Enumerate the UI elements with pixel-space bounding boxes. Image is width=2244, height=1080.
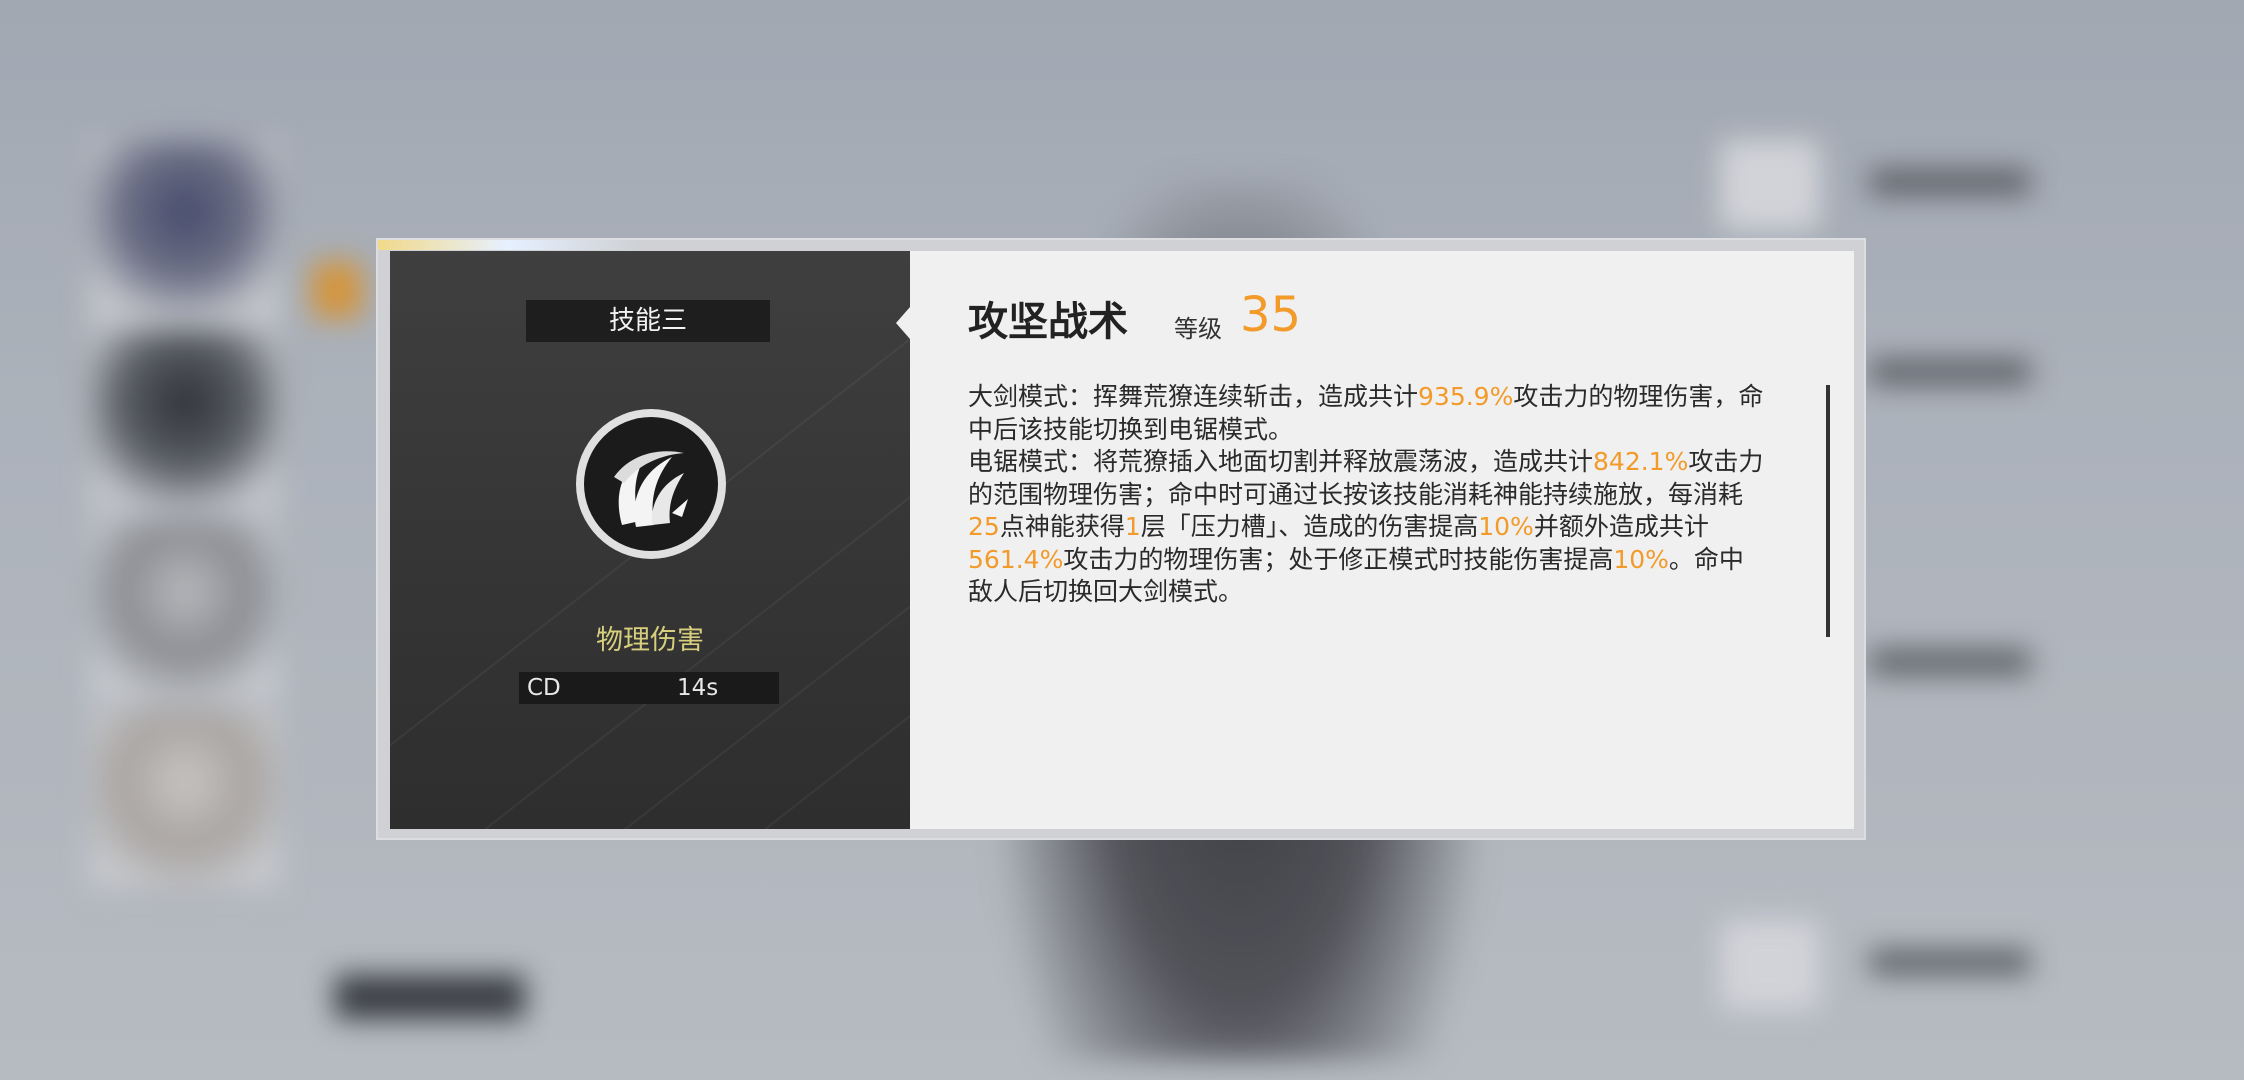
description-paragraph-chainsaw: 电锯模式：将荒獠插入地面切割并释放震荡波，造成共计842.1%攻击力的范围物理伤… bbox=[968, 446, 1768, 609]
cooldown-bar: CD 14s bbox=[519, 672, 779, 704]
highlight-value: 10% bbox=[1613, 544, 1669, 574]
pointer-arrow bbox=[896, 307, 910, 339]
description-text: 大剑模式：挥舞荒獠连续斩击，造成共计 bbox=[968, 382, 1419, 411]
skill-slot-label: 技能三 bbox=[526, 300, 770, 342]
description-text: 并额外造成共计 bbox=[1533, 512, 1709, 541]
highlight-value: 1 bbox=[1124, 512, 1141, 541]
modal-glow bbox=[378, 240, 638, 250]
claw-slash-icon bbox=[576, 409, 726, 559]
description-paragraph-greatsword: 大剑模式：挥舞荒獠连续斩击，造成共计935.9%攻击力的物理伤害，命中后该技能切… bbox=[968, 381, 1768, 446]
description-scrollbar[interactable] bbox=[1826, 385, 1830, 637]
skill-description-panel: 攻坚战术 等级 35 大剑模式：挥舞荒獠连续斩击，造成共计935.9%攻击力的物… bbox=[896, 251, 1854, 829]
cooldown-label: CD bbox=[527, 675, 561, 701]
skill-description: 大剑模式：挥舞荒獠连续斩击，造成共计935.9%攻击力的物理伤害，命中后该技能切… bbox=[968, 381, 1768, 609]
highlight-value: 25 bbox=[968, 512, 1000, 541]
highlight-value: 842.1% bbox=[1593, 447, 1689, 476]
level-label: 等级 bbox=[1174, 315, 1222, 343]
damage-type-label: 物理伤害 bbox=[596, 625, 704, 656]
highlight-value: 561.4% bbox=[968, 544, 1064, 574]
description-text: 点神能获得 bbox=[999, 512, 1125, 541]
cooldown-value: 14s bbox=[677, 675, 719, 701]
description-text: 层「压力槽」、造成的伤害提高 bbox=[1140, 512, 1479, 541]
skill-name: 攻坚战术 bbox=[968, 299, 1128, 345]
highlight-value: 10% bbox=[1478, 512, 1534, 541]
description-text: 攻击力的物理伤害；处于修正模式时技能伤害提高 bbox=[1063, 544, 1614, 574]
description-text: 电锯模式：将荒獠插入地面切割并释放震荡波，造成共计 bbox=[968, 447, 1594, 476]
level-value: 35 bbox=[1240, 287, 1302, 343]
skill-summary-panel: 技能三 物理伤害 CD 14s bbox=[390, 251, 910, 829]
highlight-value: 935.9% bbox=[1418, 382, 1514, 411]
